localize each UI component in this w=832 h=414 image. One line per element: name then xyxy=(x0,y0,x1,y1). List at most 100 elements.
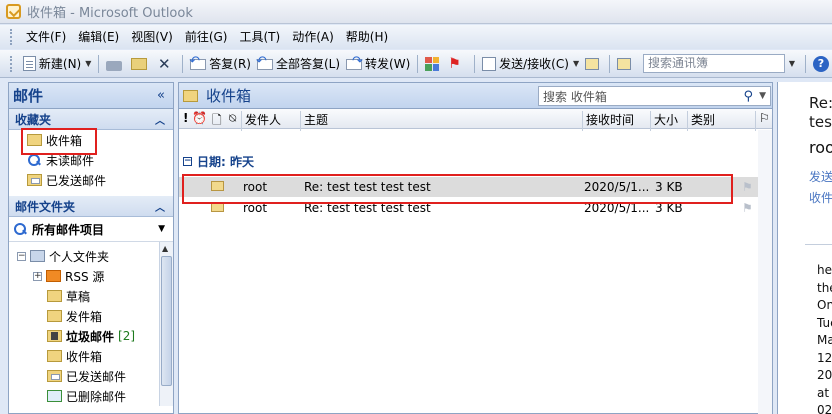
chevron-down-icon[interactable]: ▼ xyxy=(158,224,165,234)
tree-inbox[interactable]: 收件箱 xyxy=(9,346,173,366)
print-button[interactable] xyxy=(103,53,128,75)
chevron-up-icon[interactable]: ︿ xyxy=(155,199,165,214)
instant-search-input[interactable]: 搜索 收件箱 ⚲ ▼ xyxy=(538,86,771,106)
tree-drafts[interactable]: 草稿 xyxy=(9,286,173,306)
flag-icon[interactable]: ⚑ xyxy=(742,180,753,194)
search-folder-icon xyxy=(27,154,42,166)
all-mail-items-label: 所有邮件项目 xyxy=(32,222,105,237)
column-subject[interactable]: 主题 xyxy=(304,111,328,128)
menu-view[interactable]: 视图(V) xyxy=(125,26,179,48)
body-line: at xyxy=(817,385,830,400)
folder-title: 收件箱 xyxy=(206,87,252,105)
toolbar-separator xyxy=(182,54,184,73)
send-receive-button-label: 发送/接收(C) xyxy=(499,57,569,71)
menu-edit[interactable]: 编辑(E) xyxy=(72,26,125,48)
delete-button[interactable]: ✕ xyxy=(153,53,178,75)
reminder-column-icon[interactable]: ⏰ xyxy=(192,111,207,125)
all-mail-items-dropdown[interactable]: 所有邮件项目 ▼ xyxy=(9,217,173,242)
address-book-search-input[interactable]: 搜索通讯簿 xyxy=(643,54,785,73)
reading-subject: Re: test xyxy=(809,94,832,132)
favorites-header[interactable]: 收藏夹 ︿ xyxy=(9,109,173,130)
categorize-button[interactable] xyxy=(422,53,445,75)
collapse-icon[interactable]: − xyxy=(17,251,26,261)
pane-splitter[interactable] xyxy=(778,82,804,414)
reply-all-icon xyxy=(256,54,273,70)
toolbar-separator xyxy=(417,54,419,73)
move-to-folder-button[interactable] xyxy=(128,53,153,75)
column-received[interactable]: 接收时间 xyxy=(586,111,634,128)
follow-up-button[interactable]: ⚑ xyxy=(445,53,470,75)
tree-deleted[interactable]: 已删除邮件 xyxy=(9,386,173,406)
inbox-folder-icon xyxy=(183,89,198,102)
reading-subject-line: test xyxy=(809,113,832,131)
reply-button[interactable]: 答复(R) xyxy=(187,53,254,75)
icon-column-icon[interactable]: 🗋 xyxy=(212,111,222,132)
find-button[interactable] xyxy=(582,53,605,75)
date-group-label: 日期: 昨天 xyxy=(197,154,254,169)
attachment-column-icon[interactable]: ⍉ xyxy=(229,111,236,126)
reading-sent-link[interactable]: 发送 xyxy=(809,167,832,188)
menu-tools[interactable]: 工具(T) xyxy=(233,26,286,48)
address-book-button[interactable] xyxy=(614,53,637,75)
toolbar-separator xyxy=(609,54,611,73)
deleted-items-icon xyxy=(47,390,62,402)
categories-icon xyxy=(425,56,440,71)
flag-icon[interactable]: ⚑ xyxy=(742,201,753,215)
body-line: 20 xyxy=(817,368,832,382)
tree-rss-feeds[interactable]: + RSS 源 xyxy=(9,266,173,286)
tree-label: 垃圾邮件 xyxy=(66,329,115,344)
sent-folder-icon xyxy=(47,370,62,382)
reading-to-link[interactable]: 收件 xyxy=(809,188,832,209)
reply-button-label: 答复(R) xyxy=(209,57,251,71)
scroll-up-icon[interactable]: ▲ xyxy=(162,244,168,253)
tree-personal-folders[interactable]: − 个人文件夹 xyxy=(9,246,173,266)
toolbar-separator xyxy=(805,54,806,73)
collapse-pane-icon[interactable]: « xyxy=(157,88,165,103)
menu-go[interactable]: 前往(G) xyxy=(179,26,234,48)
body-line: he xyxy=(817,263,832,277)
message-list-scrollbar[interactable] xyxy=(758,130,772,414)
chevron-down-icon[interactable]: ▼ xyxy=(789,59,795,68)
chevron-down-icon[interactable]: ▼ xyxy=(85,59,91,68)
flag-column-icon[interactable]: ⚐ xyxy=(759,111,770,125)
search-icon[interactable]: ⚲ xyxy=(744,89,754,104)
menu-help[interactable]: 帮助(H) xyxy=(340,26,394,48)
date-group-header[interactable]: − 日期: 昨天 xyxy=(179,152,254,170)
help-button[interactable]: ? xyxy=(810,53,832,75)
new-button-label: 新建(N) xyxy=(38,57,82,71)
expand-icon[interactable]: + xyxy=(33,271,42,281)
forward-icon xyxy=(346,54,363,70)
menu-actions[interactable]: 动作(A) xyxy=(286,26,340,48)
favorites-header-label: 收藏夹 xyxy=(15,112,52,127)
favorite-sent[interactable]: 已发送邮件 xyxy=(9,170,173,190)
tree-label: 发件箱 xyxy=(66,309,103,324)
chevron-down-icon[interactable]: ▼ xyxy=(759,91,766,101)
new-button[interactable]: 新建(N) ▼ xyxy=(20,53,95,75)
folder-tree-scrollbar[interactable]: ▲ xyxy=(159,242,173,406)
chevron-down-icon[interactable]: ▼ xyxy=(573,59,579,68)
scrollbar-thumb[interactable] xyxy=(161,256,172,386)
column-categories[interactable]: 类别 xyxy=(691,111,715,128)
mail-folders-header[interactable]: 邮件文件夹 ︿ xyxy=(9,196,173,217)
menu-file[interactable]: 文件(F) xyxy=(20,26,72,48)
toolbar-grip xyxy=(10,55,14,72)
column-size[interactable]: 大小 xyxy=(654,111,678,128)
body-line: the xyxy=(817,280,832,295)
printer-icon xyxy=(106,60,123,71)
tree-outbox[interactable]: 发件箱 xyxy=(9,306,173,326)
divider xyxy=(805,244,832,245)
message-list-pane: 收件箱 搜索 收件箱 ⚲ ▼ ! ⏰ 🗋 ⍉ 发件人 主题 接收时间 大小 类别… xyxy=(178,82,773,414)
forward-button[interactable]: 转发(W) xyxy=(343,53,413,75)
search-folder-icon xyxy=(13,223,28,235)
reading-subject-line: Re: xyxy=(809,94,832,112)
send-receive-button[interactable]: 发送/接收(C) ▼ xyxy=(479,53,582,75)
tree-sent[interactable]: 已发送邮件 xyxy=(9,366,173,386)
inbox-folder-icon xyxy=(47,350,62,362)
chevron-up-icon[interactable]: ︿ xyxy=(155,112,165,127)
importance-column-icon[interactable]: ! xyxy=(183,111,188,125)
collapse-icon[interactable]: − xyxy=(183,156,192,166)
column-from[interactable]: 发件人 xyxy=(245,111,281,128)
reply-all-button[interactable]: 全部答复(L) xyxy=(254,53,343,75)
window-title: 收件箱 - Microsoft Outlook xyxy=(27,6,193,21)
tree-junk[interactable]: 垃圾邮件 [2] xyxy=(9,326,173,346)
